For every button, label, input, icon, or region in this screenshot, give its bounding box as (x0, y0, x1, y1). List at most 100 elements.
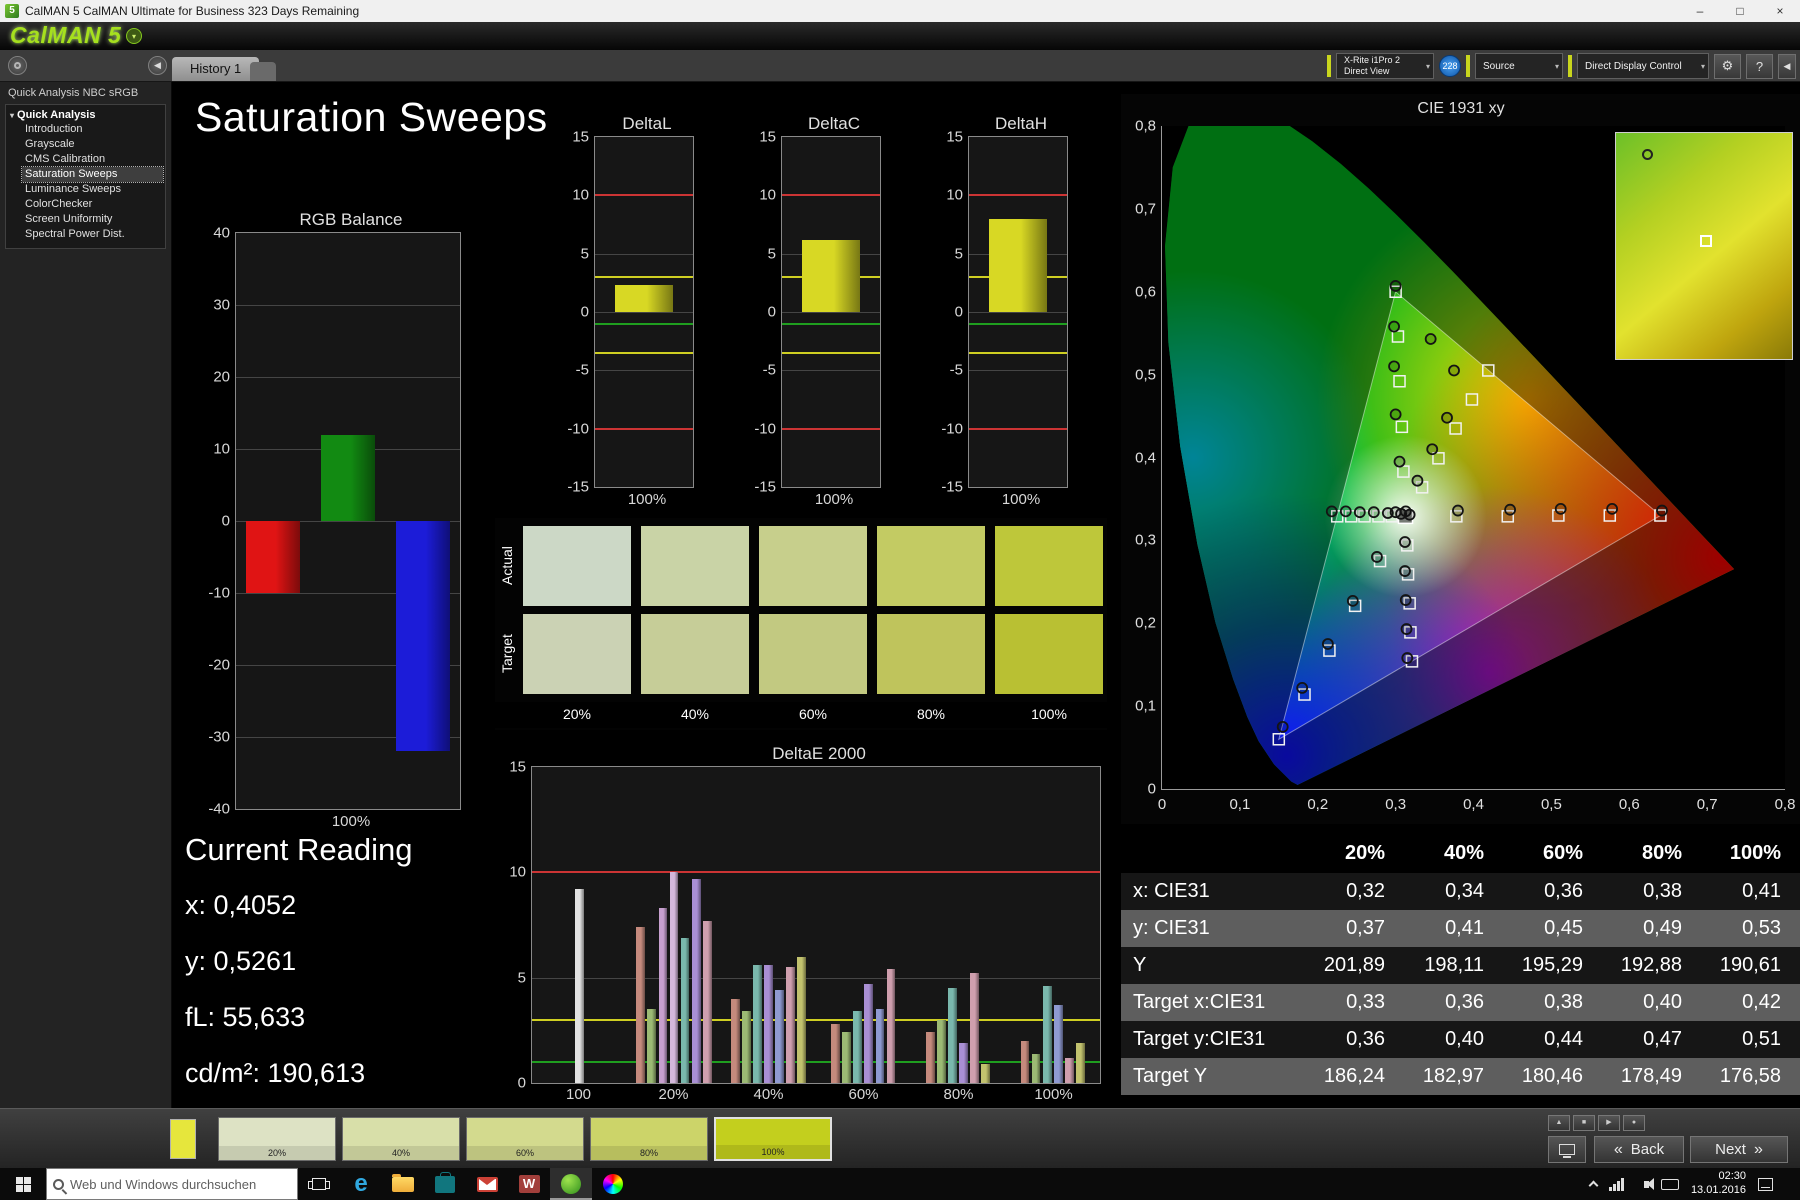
display-pattern-button[interactable] (1548, 1136, 1586, 1163)
table-col-header: 60% (1542, 842, 1583, 864)
pattern-swatch-80[interactable]: 80% (590, 1117, 708, 1161)
pattern-swatch-100[interactable]: 100% (714, 1117, 832, 1161)
tray-overflow-button[interactable] (1588, 1179, 1599, 1191)
reference-line (969, 351, 1067, 354)
gridline (782, 370, 880, 372)
volume-button[interactable] (1636, 1177, 1654, 1190)
task-view-button[interactable] (298, 1168, 340, 1200)
delta-h-body: 15 10 5 0 -5 -10 -15 (941, 129, 1068, 496)
bar-100 (801, 239, 861, 312)
tab-history-1[interactable]: History 1 (172, 57, 260, 81)
measured-point (1276, 720, 1289, 733)
calman-client-button[interactable] (550, 1168, 592, 1200)
store-button[interactable] (424, 1168, 466, 1200)
meter-selector[interactable]: X-Rite i1Pro 2 Direct View ▾ (1336, 53, 1434, 79)
sidebar-item-cms-calibration[interactable]: CMS Calibration (22, 152, 163, 167)
display-control-label: Direct Display Control (1585, 60, 1682, 72)
tree-root-quick-analysis[interactable]: ▾ Quick Analysis (8, 108, 163, 122)
inset-target-marker (1700, 235, 1712, 247)
sidebar-item-luminance-sweeps[interactable]: Luminance Sweeps (22, 182, 163, 197)
measured-point (1367, 506, 1380, 519)
main-content: Saturation Sweeps RGB Balance 40 30 20 10 0 -1… (173, 82, 1800, 1108)
source-selector[interactable]: Source ▾ (1475, 53, 1563, 79)
delta-h-chart: DeltaH 15 10 5 0 -5 -10 -15 100% (932, 114, 1074, 512)
delta-e-plot: 15 10 5 0 (509, 759, 1101, 1092)
sidebar-item-grayscale[interactable]: Grayscale (22, 137, 163, 152)
session-title: Quick Analysis NBC sRGB (8, 87, 139, 99)
word-button[interactable]: W (508, 1168, 550, 1200)
swatch-target-40 (641, 614, 749, 694)
rgb-balance-chart: RGB Balance 40 30 20 10 0 -10 -20 -30 -40 100% (199, 210, 467, 834)
table-cell: 0,36 (1346, 1028, 1385, 1050)
taskbar-clock[interactable]: 02:30 13.01.2016 (1691, 1170, 1746, 1198)
logo-menu-button[interactable]: ▾ (126, 28, 142, 44)
current-reading-cdm2: cd/m²: 190,613 (185, 1058, 366, 1088)
reference-line (595, 322, 693, 325)
sidebar-item-introduction[interactable]: Introduction (22, 122, 163, 137)
sidebar-item-spectral-power-dist[interactable]: Spectral Power Dist. (22, 227, 163, 242)
taskbar-search[interactable] (46, 1168, 298, 1200)
pattern-swatch-40[interactable]: 40% (342, 1117, 460, 1161)
y-tick-label: -30 (208, 728, 230, 746)
session-options-icon[interactable] (8, 56, 27, 75)
y-tick-label: -10 (754, 420, 776, 438)
close-button[interactable]: × (1760, 0, 1800, 22)
x-tick-label: 80% (943, 1086, 974, 1103)
deltae-bar (691, 878, 701, 1083)
delta-c-plot: 15 10 5 0 -5 -10 -15 (754, 129, 881, 496)
x-tick-label: 100% (1034, 1086, 1073, 1103)
next-button[interactable]: Next » (1690, 1136, 1788, 1163)
stop-icon[interactable]: ■ (1573, 1115, 1595, 1131)
table-col-header: 100% (1729, 842, 1781, 864)
expand-panel-button[interactable]: ◀ (1778, 53, 1796, 79)
pattern-swatch-60[interactable]: 60% (466, 1117, 584, 1161)
reference-line (595, 351, 693, 354)
table-cell: 178,49 (1620, 1065, 1682, 1087)
sidebar-item-screen-uniformity[interactable]: Screen Uniformity (22, 212, 163, 227)
measured-point (1403, 508, 1416, 521)
edge-button[interactable]: e (340, 1168, 382, 1200)
pattern-mini-swatch[interactable] (170, 1119, 196, 1159)
display-status-led (1568, 55, 1572, 77)
measured-point (1656, 504, 1668, 517)
mail-button[interactable] (466, 1168, 508, 1200)
play-icon[interactable]: ▶ (1598, 1115, 1620, 1131)
sidebar-item-colorchecker[interactable]: ColorChecker (22, 197, 163, 212)
y-tick-label: 0 (767, 303, 776, 321)
minimize-button[interactable]: – (1680, 0, 1720, 22)
folder-icon (392, 1173, 414, 1192)
deltae-bar (1075, 1042, 1085, 1083)
settings-button[interactable]: ⚙ (1714, 53, 1741, 79)
y-tick-label: -15 (567, 478, 589, 496)
table-cell: 0,49 (1643, 917, 1682, 939)
x-tick-label: 60% (848, 1086, 879, 1103)
color-app-button[interactable] (592, 1168, 634, 1200)
new-tab-stub[interactable] (250, 62, 276, 81)
measured-point (1448, 364, 1460, 377)
sidebar-item-saturation-sweeps[interactable]: Saturation Sweeps (21, 166, 164, 183)
action-center-button[interactable] (1758, 1177, 1773, 1191)
maximize-button[interactable]: □ (1720, 0, 1760, 22)
delta-l-title: DeltaL (622, 114, 672, 133)
eject-icon[interactable]: ▲ (1548, 1115, 1570, 1131)
network-button[interactable] (1608, 1177, 1624, 1191)
pattern-swatch-20[interactable]: 20% (218, 1117, 336, 1161)
start-button[interactable] (0, 1168, 46, 1200)
keyboard-button[interactable] (1660, 1178, 1679, 1190)
collapse-sidebar-icon[interactable]: ◀ (148, 56, 167, 75)
bar-blue (395, 521, 450, 752)
delta-c-title: DeltaC (808, 114, 860, 133)
y-tick-label: 20 (213, 368, 230, 386)
record-icon[interactable]: ● (1623, 1115, 1645, 1131)
cie-x-tick: 0,1 (1229, 796, 1251, 813)
current-reading-title: Current Reading (185, 832, 413, 867)
search-input[interactable] (70, 1176, 291, 1192)
file-explorer-button[interactable] (382, 1168, 424, 1200)
help-button[interactable]: ? (1746, 53, 1773, 79)
display-control-selector[interactable]: Direct Display Control ▾ (1577, 53, 1709, 79)
record-icon (14, 62, 21, 69)
back-button[interactable]: « Back (1594, 1136, 1684, 1163)
deltae-bar (669, 872, 679, 1083)
table-cell: 201,89 (1323, 954, 1385, 976)
y-tick-label: -5 (762, 361, 776, 379)
